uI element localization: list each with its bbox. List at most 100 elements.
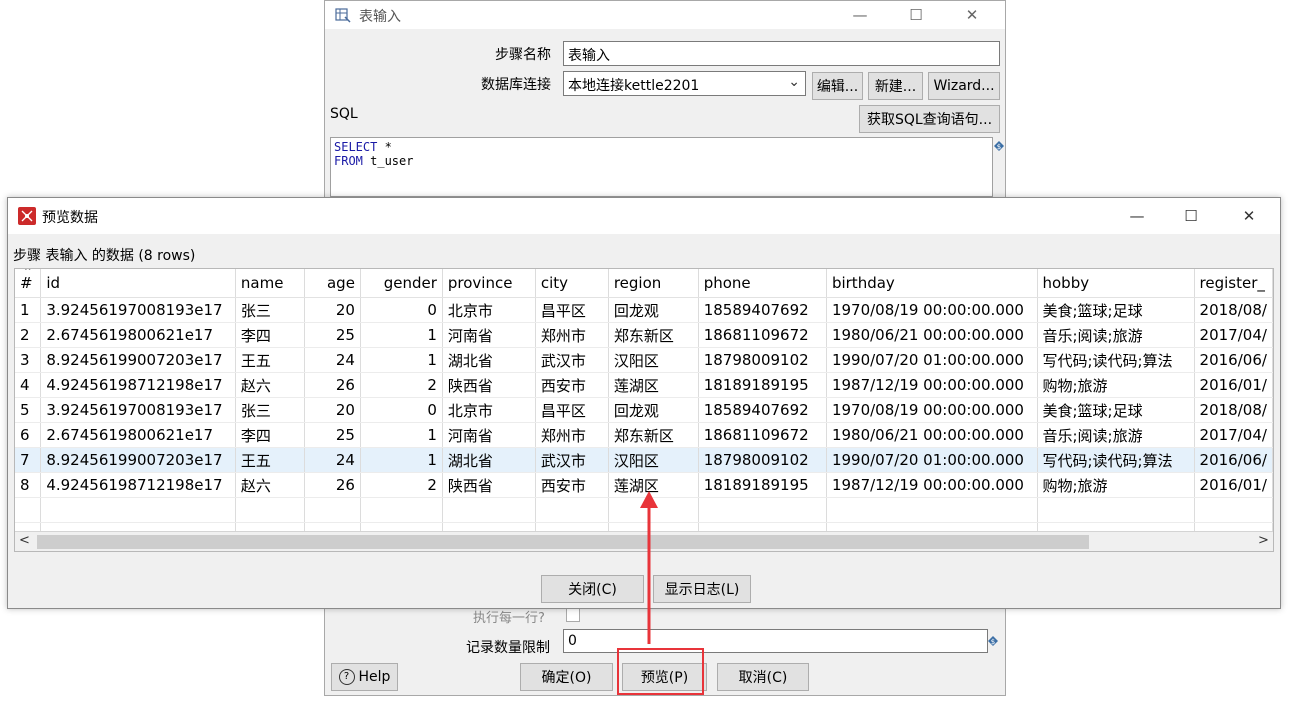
column-header[interactable]: name [235, 269, 305, 298]
table-cell[interactable]: 18681109672 [698, 422, 827, 448]
table-cell[interactable]: 购物;旅游 [1037, 372, 1195, 398]
table-cell[interactable]: 26 [304, 372, 361, 398]
table-cell[interactable]: 18189189195 [698, 472, 827, 498]
table-cell[interactable]: 2.6745619800621e17 [40, 322, 236, 348]
table-cell[interactable]: 1980/06/21 00:00:00.000 [826, 422, 1038, 448]
table-cell[interactable]: 河南省 [442, 322, 536, 348]
table-cell[interactable]: 赵六 [235, 372, 305, 398]
table-cell[interactable]: 3 [15, 347, 42, 373]
column-header[interactable]: city [535, 269, 609, 298]
table-cell[interactable]: 陕西省 [442, 372, 536, 398]
exec-each-row-checkbox[interactable] [566, 608, 580, 622]
table-cell[interactable]: 2 [360, 472, 443, 498]
column-header[interactable]: province [442, 269, 536, 298]
table-cell[interactable]: 西安市 [535, 472, 609, 498]
table-cell[interactable]: 0 [360, 397, 443, 423]
table-row[interactable]: 6 2.6745619800621e17 李四 25 1 河南省 郑州市 郑东新区 186811… [15, 422, 1273, 448]
help-button[interactable]: ? Help [331, 663, 398, 691]
get-sql-button[interactable]: 获取SQL查询语句... [859, 105, 1000, 133]
table-cell[interactable]: 2016/01/ [1194, 372, 1273, 398]
table-cell[interactable]: 6 [15, 422, 42, 448]
table-cell[interactable]: 2017/04/ [1194, 322, 1273, 348]
minimize-icon[interactable]: — [837, 1, 883, 29]
table-cell[interactable]: 王五 [235, 447, 305, 473]
table-cell[interactable]: 7 [15, 447, 42, 473]
table-cell[interactable]: 25 [304, 422, 361, 448]
table-cell[interactable]: 湖北省 [442, 347, 536, 373]
table-cell[interactable]: 昌平区 [535, 297, 609, 323]
table-cell[interactable]: 汉阳区 [608, 447, 699, 473]
chevron-left-icon[interactable]: < [19, 533, 30, 548]
table-cell[interactable]: 2018/08/ [1194, 397, 1273, 423]
table-cell[interactable]: 18589407692 [698, 397, 827, 423]
table-cell[interactable]: 回龙观 [608, 397, 699, 423]
table-cell[interactable]: 2.6745619800621e17 [40, 422, 236, 448]
column-header[interactable]: age [304, 269, 361, 298]
table-cell[interactable]: 1970/08/19 00:00:00.000 [826, 297, 1038, 323]
table-cell[interactable]: 2016/06/ [1194, 347, 1273, 373]
table-cell[interactable]: 武汉市 [535, 447, 609, 473]
table-cell[interactable]: 美食;篮球;足球 [1037, 397, 1195, 423]
table-cell[interactable]: 1 [360, 422, 443, 448]
table-cell[interactable]: 1987/12/19 00:00:00.000 [826, 372, 1038, 398]
table-cell[interactable]: 26 [304, 472, 361, 498]
table-cell[interactable]: 湖北省 [442, 447, 536, 473]
table-cell[interactable]: 1990/07/20 01:00:00.000 [826, 347, 1038, 373]
table-cell[interactable]: 武汉市 [535, 347, 609, 373]
table-cell[interactable]: 18589407692 [698, 297, 827, 323]
table-cell[interactable]: 赵六 [235, 472, 305, 498]
table-cell[interactable]: 郑东新区 [608, 422, 699, 448]
table-cell[interactable]: 张三 [235, 297, 305, 323]
table-cell[interactable]: 河南省 [442, 422, 536, 448]
table-cell[interactable]: 24 [304, 347, 361, 373]
table-cell[interactable]: 18681109672 [698, 322, 827, 348]
table-cell[interactable]: 王五 [235, 347, 305, 373]
table-cell[interactable]: 5 [15, 397, 42, 423]
table-row[interactable]: 1 3.92456197008193e17 张三 20 0 北京市 昌平区 回龙观 185894… [15, 297, 1273, 323]
table-cell[interactable]: 昌平区 [535, 397, 609, 423]
table-cell[interactable]: 1987/12/19 00:00:00.000 [826, 472, 1038, 498]
table-cell[interactable]: 20 [304, 297, 361, 323]
table-cell[interactable]: 18189189195 [698, 372, 827, 398]
maximize-icon[interactable]: ☐ [1168, 198, 1214, 234]
table-cell[interactable]: 2016/06/ [1194, 447, 1273, 473]
table-cell[interactable]: 2018/08/ [1194, 297, 1273, 323]
minimize-icon[interactable]: — [1114, 198, 1160, 234]
column-header[interactable]: phone [698, 269, 827, 298]
chevron-right-icon[interactable]: > [1258, 533, 1269, 548]
sql-editor[interactable]: SELECT * FROM t_user [330, 137, 993, 197]
scrollbar-thumb[interactable] [37, 535, 1089, 549]
table-cell[interactable]: 写代码;读代码;算法 [1037, 447, 1195, 473]
table-cell[interactable]: 2016/01/ [1194, 472, 1273, 498]
table-cell[interactable]: 2 [360, 372, 443, 398]
table-cell[interactable]: 1970/08/19 00:00:00.000 [826, 397, 1038, 423]
table-cell[interactable]: 写代码;读代码;算法 [1037, 347, 1195, 373]
cancel-button[interactable]: 取消(C) [717, 663, 809, 691]
table-cell[interactable]: 购物;旅游 [1037, 472, 1195, 498]
table-cell[interactable]: 18798009102 [698, 347, 827, 373]
table-row[interactable]: 2 2.6745619800621e17 李四 25 1 河南省 郑州市 郑东新区 186811… [15, 322, 1273, 348]
wizard-button[interactable]: Wizard... [928, 72, 1000, 100]
table-cell[interactable]: 18798009102 [698, 447, 827, 473]
table-cell[interactable]: 24 [304, 447, 361, 473]
table-cell[interactable]: 3.92456197008193e17 [40, 297, 236, 323]
table-cell[interactable]: 4.92456198712198e17 [40, 372, 236, 398]
step-name-input[interactable]: 表输入 [563, 41, 1000, 66]
table-cell[interactable]: 1980/06/21 00:00:00.000 [826, 322, 1038, 348]
column-header[interactable]: region [608, 269, 699, 298]
table-cell[interactable]: 陕西省 [442, 472, 536, 498]
table-cell[interactable]: 郑州市 [535, 322, 609, 348]
column-header[interactable]: ^ # [15, 269, 42, 298]
table-cell[interactable]: 8.92456199007203e17 [40, 447, 236, 473]
table-row[interactable]: 5 3.92456197008193e17 张三 20 0 北京市 昌平区 回龙观 185894… [15, 397, 1273, 423]
ok-button[interactable]: 确定(O) [520, 663, 613, 691]
table-cell[interactable]: 郑州市 [535, 422, 609, 448]
table-cell[interactable]: 李四 [235, 422, 305, 448]
column-header[interactable]: id [40, 269, 236, 298]
db-connection-select[interactable]: 本地连接kettle2201 ⌄ [563, 71, 806, 96]
table-cell[interactable]: 1 [360, 322, 443, 348]
table-cell[interactable]: 汉阳区 [608, 347, 699, 373]
close-icon[interactable]: ✕ [1226, 198, 1272, 234]
table-cell[interactable]: 1 [15, 297, 42, 323]
column-header[interactable]: gender [360, 269, 443, 298]
